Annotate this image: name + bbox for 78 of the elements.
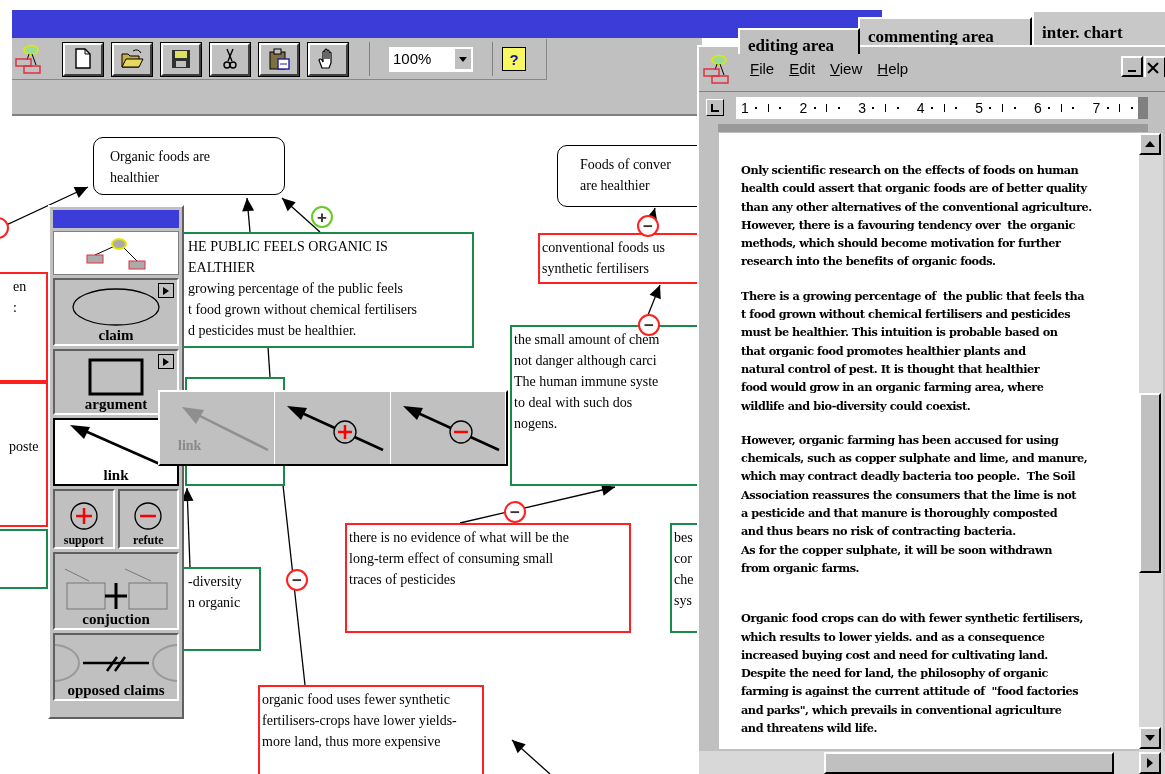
palette-tool[interactable]: conjuction [53, 552, 179, 630]
ruler-number: 4 [915, 98, 926, 118]
node-text: poste [9, 438, 40, 456]
palette-tool[interactable]: refute [117, 489, 179, 549]
palette-tool[interactable]: opposed claims [53, 633, 179, 701]
ruler-number: 6 [1032, 98, 1043, 118]
minus-circle-icon [133, 501, 164, 531]
node-text: conventional foods us synthetic fertilisers [542, 239, 666, 278]
help-button[interactable]: ? [502, 47, 526, 71]
minimize-icon [1128, 69, 1136, 72]
document-paragraph: However, organic farming has been accused for using chemicals, such as copper sulphate and lime, and manure, which may contract deadly bacteria too people. The Soil Association reassures the consumers that the lime is not a pesticide and that manure is thoroughly composted and thus bears no risk of contracting bacteria. As for the copper sulphate, it will be soon withdrawn from organic farms. [741, 431, 1089, 577]
right-arrow-icon [1147, 758, 1153, 768]
support-badge: + [311, 206, 333, 228]
horizontal-scrollbar[interactable] [699, 751, 1165, 774]
tab[interactable]: editing area [738, 28, 860, 54]
close-icon [1146, 60, 1160, 75]
link-arrow [511, 739, 551, 774]
paste-button[interactable] [259, 42, 299, 76]
down-arrow-icon [1145, 735, 1155, 741]
tab-stop-button[interactable] [706, 99, 724, 116]
refute-badge: − [637, 215, 659, 237]
triangle-icon [163, 357, 169, 366]
palette-tool[interactable]: argument [53, 349, 179, 415]
tab[interactable]: inter. chart [1032, 10, 1165, 46]
new-button[interactable] [63, 42, 103, 76]
ellipse-icon [71, 287, 161, 327]
scroll-right-button[interactable] [1139, 752, 1161, 774]
document-paragraph: Only scientific research on the effects of foods on human health could assert that organic foods are of better quality than any other alternatives of the conventional agriculture. However, there is a favouring tendency over the organic methods, which should become motivation for further research into the benefits of organic foods. [741, 162, 1093, 271]
plus-circle-icon [68, 501, 99, 531]
node-text: Organic foods are healthier [110, 148, 212, 187]
app-logo-icon [15, 44, 42, 74]
scroll-thumb[interactable] [824, 752, 1114, 774]
menu-item[interactable]: Help [877, 57, 909, 81]
ruler-number: 2 [798, 98, 809, 118]
ruler-number: 5 [974, 98, 985, 118]
palette-tool[interactable]: claim [53, 278, 179, 346]
save-button[interactable] [161, 42, 201, 76]
menu-item[interactable]: Edit [789, 57, 816, 81]
up-arrow-icon [1145, 141, 1155, 147]
close-button[interactable] [1144, 56, 1165, 77]
tab[interactable]: commenting area [858, 17, 1032, 47]
ruler-end-marker [1138, 97, 1149, 119]
dropdown-arrow-icon [459, 56, 467, 62]
tab-stop-icon [711, 103, 719, 112]
refute-badge: − [638, 314, 660, 336]
scroll-up-button[interactable] [1139, 133, 1161, 155]
node-text: HE PUBLIC FEELS ORGANIC IS EALTHIER growing percentage of the public feels t food grown without chemical fertilisers d pesticides must be healthier. [188, 238, 418, 340]
minimize-button[interactable] [1121, 56, 1143, 77]
node-text: en : [13, 278, 28, 317]
zoom-dropdown[interactable]: 100% [389, 46, 473, 72]
refute-badge: − [286, 569, 308, 591]
app-logo-icon [703, 54, 730, 84]
node-text: organic food uses fewer synthetic fertilisers-crops have lower yields- more land, thus more expensive [262, 691, 458, 751]
link-line [267, 346, 271, 378]
menu-item[interactable]: File [750, 57, 775, 81]
document-paragraph: Organic food crops can do with fewer synthetic fertilisers, which results to lower yields. and as a consequence increased buying cost and need for cultivating land. Despite the need for land, the philosophy of organic farming is against the current attitude of "food factories and parks", which prevails in conventional agriculture and threatens wild life. [741, 610, 1084, 737]
node-text: Foods of conver are healthier [580, 156, 672, 195]
cut-button[interactable] [210, 42, 250, 76]
rectangle-icon [88, 358, 144, 396]
open-button[interactable] [112, 42, 152, 76]
triangle-icon [163, 286, 169, 295]
document-paragraph: There is a growing percentage of the public that feels tha t food grown without chemical fertilisers and pesticides must be healthier. This intuition is probable based on that organic food promotes healthier plants and natural control of pest. It is thought that healthier food would grow in an organic farming area, where wildlife and bio-diversity could coexist. [741, 287, 1086, 415]
node-text: there is no evidence of what will be the long-term effect of consuming small traces of pesticides [349, 529, 571, 589]
refute-badge: − [504, 501, 526, 523]
hand-button[interactable] [308, 42, 348, 76]
menu-item[interactable]: View [830, 57, 863, 81]
palette-tool[interactable]: support [53, 489, 115, 549]
node-text: bes cor che sys [674, 529, 695, 610]
zoom-value: 100% [393, 48, 432, 69]
node-text: -diversity n organic [188, 573, 243, 612]
ruler-number: 3 [857, 98, 867, 118]
ruler-number: 7 [1091, 98, 1102, 118]
clipboard-icon [266, 46, 292, 72]
scroll-down-button[interactable] [1139, 727, 1161, 749]
vertical-scrollbar[interactable] [1139, 133, 1163, 751]
ruler-number: 1 [740, 98, 750, 118]
scroll-thumb[interactable] [1139, 393, 1161, 573]
link-arrow [242, 197, 255, 233]
